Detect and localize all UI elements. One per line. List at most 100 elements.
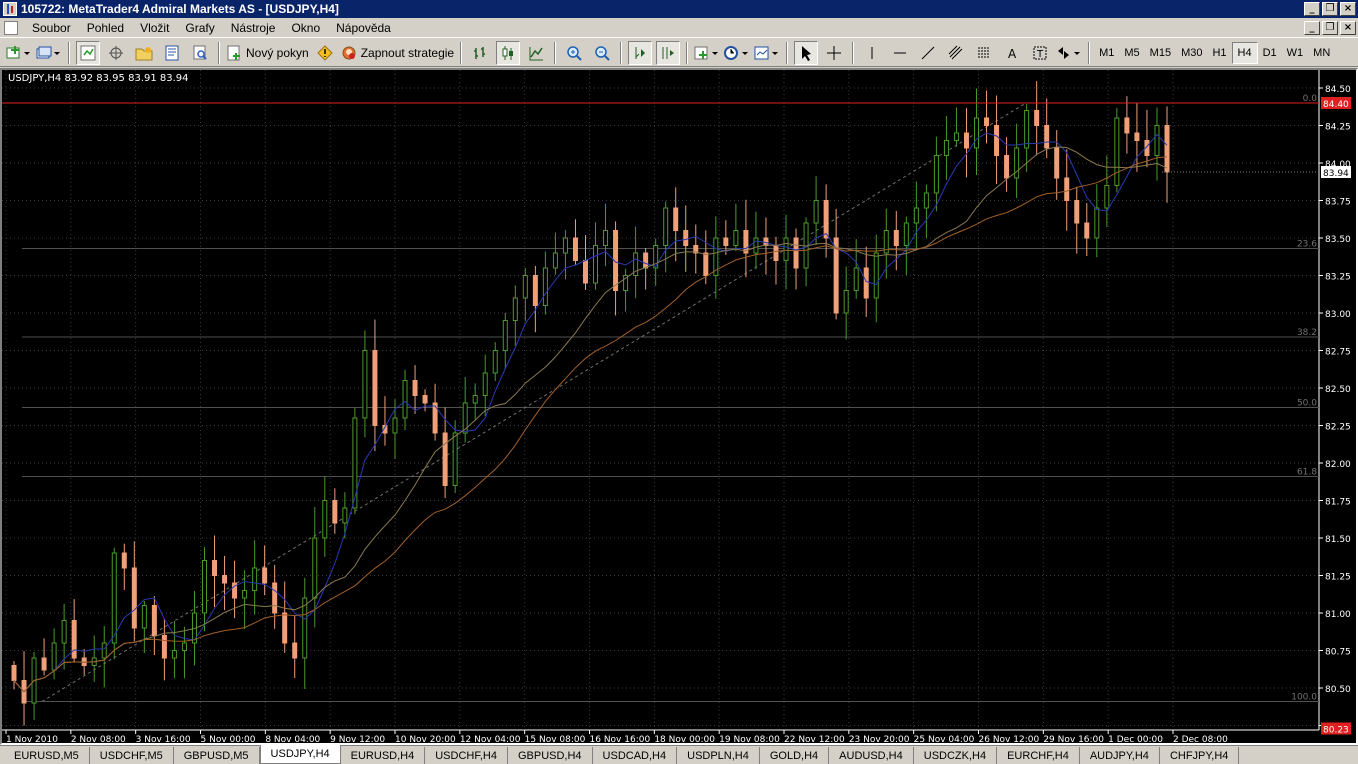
menu-soubor[interactable]: Soubor [24, 21, 79, 35]
chart-tab[interactable]: USDJPY,H4 [259, 745, 341, 764]
menu-grafy[interactable]: Grafy [177, 21, 222, 35]
crosshair-icon [827, 45, 842, 60]
menu-vlozit[interactable]: Vložit [132, 21, 177, 35]
chart-tab[interactable]: EURUSD,M5 [4, 747, 90, 764]
menu-napoveda[interactable]: Nápověda [328, 21, 399, 35]
bar-chart-button[interactable] [468, 41, 492, 65]
timeframe-h1[interactable]: H1 [1207, 42, 1231, 64]
chart-tab[interactable]: USDPLN,H4 [677, 747, 760, 764]
text-button[interactable]: A [1000, 41, 1024, 65]
toolbar-separator [460, 41, 463, 64]
menu-nastroje[interactable]: Nástroje [223, 21, 284, 35]
zoom-out-button[interactable] [590, 41, 614, 65]
price-axis-label: 83.00 [1325, 310, 1351, 320]
time-axis-label: 5 Nov 00:00 [201, 735, 256, 743]
chart-tab[interactable]: AUDJPY,H4 [1080, 747, 1160, 764]
menu-okno[interactable]: Okno [283, 21, 328, 35]
chart-shift-button[interactable] [656, 40, 681, 65]
data-window-button[interactable] [104, 41, 128, 65]
vertical-line-button[interactable] [860, 41, 884, 65]
horizontal-line-button[interactable] [888, 41, 912, 65]
candle-body [61, 620, 67, 644]
candle-body [953, 132, 959, 141]
market-watch-button[interactable] [76, 40, 100, 65]
arrows-button[interactable] [1056, 41, 1082, 65]
zoom-in-button[interactable] [562, 41, 586, 65]
time-axis-label: 18 Nov 00:00 [654, 735, 715, 743]
timeframe-d1[interactable]: D1 [1258, 42, 1282, 64]
new-order-button[interactable]: Nový pokyn [226, 41, 309, 65]
metaeditor-button[interactable] [313, 41, 337, 65]
menu-bar: Soubor Pohled Vložit Grafy Nástroje Okno… [0, 18, 1358, 38]
chart-tab[interactable]: CHFJPY,H4 [1160, 747, 1240, 764]
restore-button[interactable]: ❐ [1322, 2, 1338, 16]
document-icon[interactable] [4, 20, 18, 35]
menu-pohled[interactable]: Pohled [79, 21, 132, 35]
chart-tab[interactable]: GBPUSD,M5 [174, 747, 260, 764]
candle-body [893, 230, 899, 246]
candle-body [1064, 177, 1070, 201]
chart-tab[interactable]: USDCHF,M5 [90, 747, 174, 764]
expert-advisors-toggle[interactable]: Zapnout strategie [341, 41, 454, 65]
clock-icon [724, 45, 749, 60]
close-button[interactable]: × [1340, 2, 1356, 16]
line-chart-button[interactable] [524, 41, 548, 65]
timeframe-w1[interactable]: W1 [1282, 42, 1309, 64]
timeframe-m15[interactable]: M15 [1145, 42, 1176, 64]
toolbar-separator [554, 41, 557, 64]
fibo-trendline [41, 102, 1027, 702]
chart-tab[interactable]: GOLD,H4 [760, 747, 830, 764]
chart-tab[interactable]: EURUSD,H4 [341, 747, 426, 764]
chart-tab[interactable]: AUDUSD,H4 [829, 747, 914, 764]
chart-tab[interactable]: USDCAD,H4 [593, 747, 678, 764]
timeframe-m5[interactable]: M5 [1119, 42, 1144, 64]
fibonacci-button[interactable] [972, 41, 996, 65]
candle-body [342, 507, 348, 524]
candles-layer [11, 81, 1170, 726]
timeframe-mn[interactable]: MN [1308, 42, 1335, 64]
candle-body [1074, 200, 1080, 224]
price-chart[interactable]: 84.5084.2584.0083.7583.5083.2583.0082.75… [2, 70, 1356, 743]
strategy-tester-button[interactable] [188, 41, 212, 65]
new-order-icon [227, 45, 240, 60]
indicators-button[interactable] [694, 41, 720, 65]
candle-body [252, 567, 258, 591]
timeframe-m30[interactable]: M30 [1176, 42, 1207, 64]
text-label-button[interactable]: T [1028, 41, 1052, 65]
chart-tab[interactable]: USDCZK,H4 [914, 747, 998, 764]
timeframe-m1[interactable]: M1 [1094, 42, 1119, 64]
price-axis-label: 81.25 [1325, 573, 1351, 583]
chart-tab[interactable]: GBPUSD,H4 [508, 747, 593, 764]
equidistant-channel-button[interactable] [944, 41, 968, 65]
periods-button[interactable] [724, 41, 750, 65]
auto-scroll-button[interactable] [628, 40, 653, 65]
time-axis-label: 8 Nov 04:00 [265, 735, 320, 743]
mdi-restore-button[interactable]: ❐ [1322, 20, 1338, 35]
candlestick-chart-button[interactable] [496, 40, 521, 65]
navigator-button[interactable] [132, 41, 156, 65]
trendline-button[interactable] [916, 41, 940, 65]
trendline-icon [921, 46, 935, 59]
candle-body [131, 567, 137, 629]
chart-tab[interactable]: EURCHF,H4 [997, 747, 1080, 764]
candle-body [783, 237, 789, 261]
time-axis-label: 9 Nov 12:00 [330, 735, 385, 743]
chart-window[interactable]: 84.50 84.25 84.00 83.75 83.50 83.25 83.00 82.75… [0, 68, 1358, 745]
mdi-close-button[interactable]: × [1340, 20, 1356, 35]
mdi-minimize-button[interactable]: _ [1304, 20, 1320, 35]
timeframe-h4[interactable]: H4 [1231, 41, 1258, 64]
candle-body [793, 237, 799, 269]
new-chart-button[interactable] [6, 41, 32, 65]
cursor-button[interactable] [794, 40, 819, 65]
crosshair-button[interactable] [822, 41, 846, 65]
minimize-button[interactable]: _ [1304, 2, 1320, 16]
grid-layer: 84.5084.2584.0083.7583.5083.2583.0082.75… [2, 70, 1351, 743]
candle-body [1114, 117, 1120, 186]
profiles-button[interactable] [36, 41, 62, 65]
candle-body [492, 350, 498, 374]
terminal-button[interactable] [160, 41, 184, 65]
templates-button[interactable] [754, 41, 780, 65]
text-icon: A [1008, 47, 1017, 61]
chart-tab[interactable]: USDCHF,H4 [425, 747, 508, 764]
candle-body [51, 642, 57, 671]
